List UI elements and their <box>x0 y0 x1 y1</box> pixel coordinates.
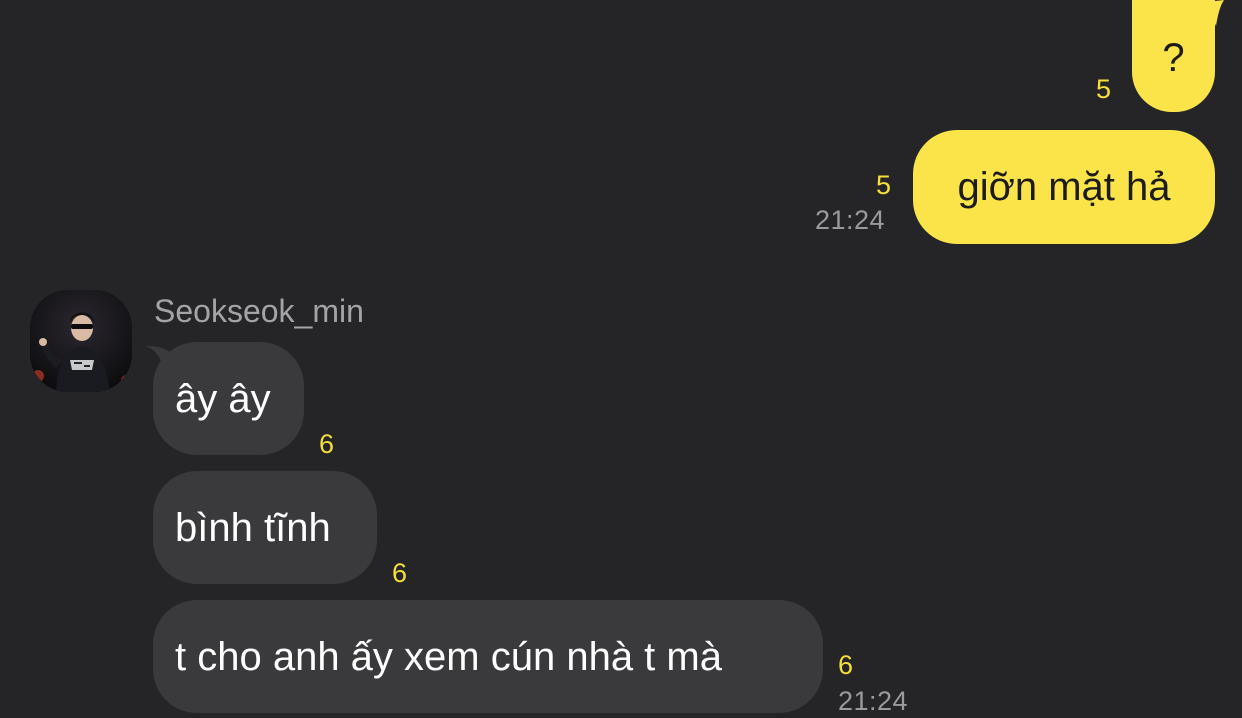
message-timestamp: 21:24 <box>815 205 886 235</box>
outgoing-message-bubble[interactable]: ? <box>1132 0 1215 112</box>
message-text: t cho anh ấy xem cún nhà t mà <box>175 634 722 679</box>
message-text: bình tĩnh <box>175 505 331 550</box>
message-timestamp: 21:24 <box>838 686 909 716</box>
sender-name[interactable]: Seokseok_min <box>154 295 364 327</box>
unread-count: 6 <box>319 429 335 459</box>
incoming-message-bubble[interactable]: ây ây <box>153 342 304 455</box>
message-text: ây ây <box>175 376 271 421</box>
message-text: ? <box>1162 36 1185 80</box>
unread-count: 6 <box>392 558 408 588</box>
message-text: giỡn mặt hả <box>957 165 1171 209</box>
user-photo-avatar-icon <box>30 290 132 392</box>
sender-avatar[interactable] <box>30 290 132 392</box>
unread-count: 6 <box>838 650 854 680</box>
unread-count: 5 <box>876 170 892 200</box>
unread-count: 5 <box>1096 74 1112 104</box>
incoming-message-bubble[interactable]: bình tĩnh <box>153 471 377 584</box>
incoming-message-bubble[interactable]: t cho anh ấy xem cún nhà t mà <box>153 600 823 713</box>
chat-screen: ? 5 giỡn mặt hả 5 21:24 Seokseok_min ây … <box>0 0 1242 718</box>
outgoing-message-bubble[interactable]: giỡn mặt hả <box>913 130 1215 244</box>
